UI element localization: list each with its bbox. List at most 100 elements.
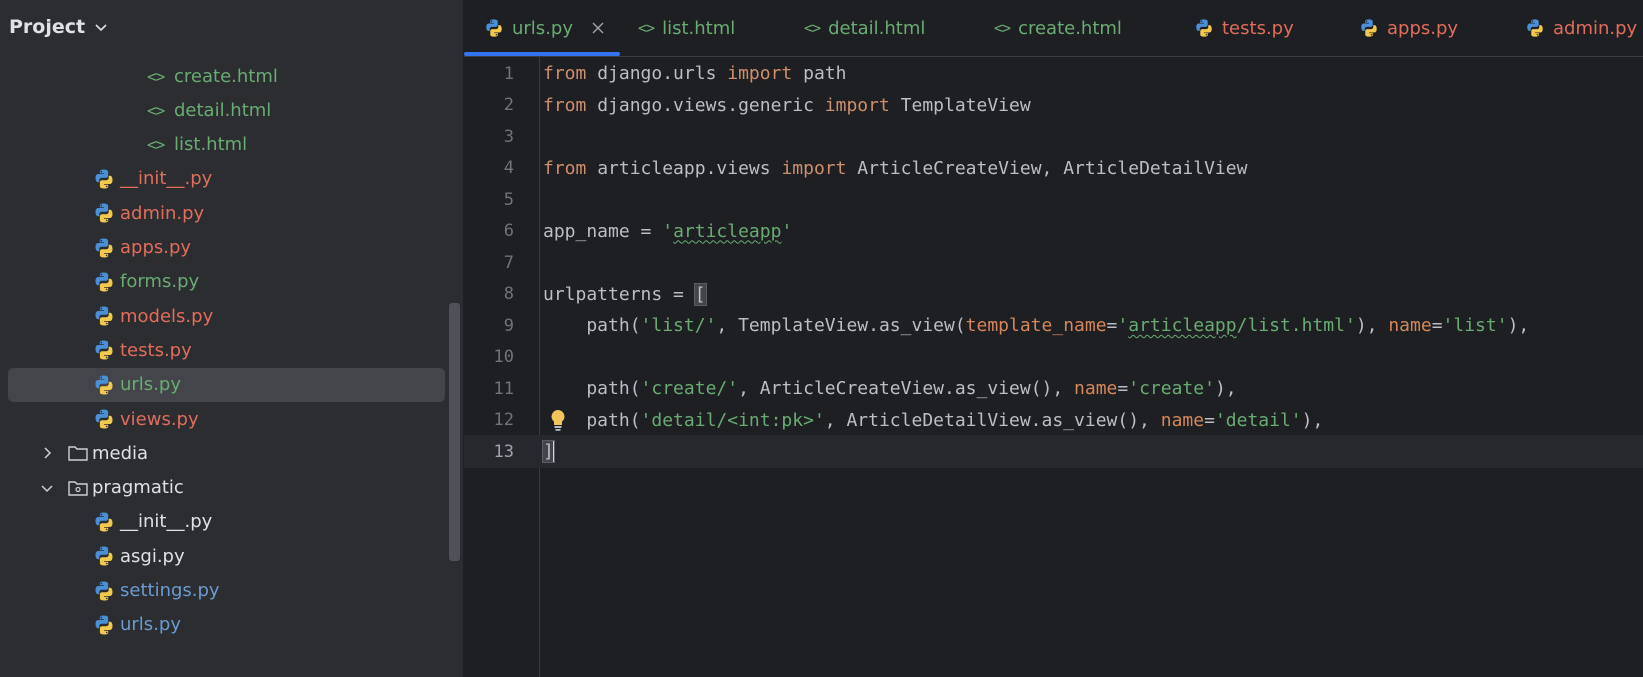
html-tag-icon: <> (638, 19, 655, 37)
tree-item[interactable]: <> list.html (8, 128, 445, 162)
tab-list-html[interactable]: <> list.html (638, 0, 735, 56)
tree-item[interactable]: pragmatic (8, 471, 445, 505)
code-line[interactable]: 3 (464, 120, 1643, 153)
line-number: 10 (493, 347, 514, 367)
tree-item-label: pragmatic (92, 477, 184, 499)
tab-label: admin.py (1553, 17, 1638, 39)
python-icon (95, 169, 113, 189)
python-icon (95, 375, 113, 395)
tab-admin-py[interactable]: admin.py (1525, 0, 1637, 56)
tree-item[interactable]: apps.py (8, 231, 445, 265)
python-icon (95, 238, 113, 257)
tree-item[interactable]: models.py (8, 299, 445, 333)
python-icon (1361, 19, 1377, 37)
html-tag-icon: <> (994, 19, 1011, 37)
tab-detail-html[interactable]: <> detail.html (804, 0, 925, 56)
tree-item[interactable]: views.py (8, 402, 445, 436)
tree-item[interactable]: tests.py (8, 333, 445, 367)
python-icon (95, 340, 113, 360)
code-line[interactable]: 10 (464, 341, 1643, 374)
chevron-right-icon[interactable] (39, 445, 55, 461)
tree-item-label: __init__.py (120, 168, 213, 190)
tree-item[interactable]: __init__.py (8, 505, 445, 539)
line-number: 9 (503, 315, 514, 336)
code-text: from django.views.generic import Templat… (543, 94, 1031, 116)
code-line[interactable]: 9 path('list/', TemplateView.as_view(tem… (464, 309, 1643, 342)
line-number: 4 (503, 158, 514, 178)
code-line[interactable]: 8 urlpatterns = [ (464, 278, 1643, 311)
tree-item[interactable]: admin.py (8, 196, 445, 230)
tree-item[interactable]: forms.py (8, 265, 445, 299)
python-icon (486, 19, 502, 37)
python-icon (1196, 19, 1212, 37)
code-line[interactable]: 4 from articleapp.views import ArticleCre… (464, 152, 1643, 185)
code-line[interactable]: 5 (464, 183, 1643, 216)
tree-item[interactable]: urls.py (8, 608, 445, 642)
code-text: app_name = 'articleapp' (543, 220, 793, 242)
line-number: 6 (503, 221, 514, 241)
line-number: 12 (493, 410, 514, 430)
tab-tests-py[interactable]: tests.py (1194, 0, 1294, 56)
close-icon[interactable] (591, 21, 605, 35)
code-line[interactable]: 2 from django.views.generic import Templa… (464, 89, 1643, 122)
code-editor[interactable]: 1 from django.urls import path 2 from djang… (464, 57, 1643, 677)
tab-apps-py[interactable]: apps.py (1359, 0, 1458, 56)
code-line[interactable]: 12 path('detail/<int:pk>', ArticleDetail… (464, 404, 1643, 437)
tree-item[interactable]: asgi.py (8, 539, 445, 573)
project-panel-title: Project (9, 16, 86, 38)
tab-label: apps.py (1387, 17, 1459, 39)
html-tag-icon: <> (147, 100, 165, 120)
tree-item-label: apps.py (120, 237, 192, 258)
python-icon (95, 306, 113, 326)
code-text: urlpatterns = [ (543, 282, 707, 306)
folder-icon (68, 446, 88, 461)
tree-item-label: media (92, 442, 149, 464)
tree-item-label: tests.py (120, 339, 192, 361)
code-text: path('detail/<int:pk>', ArticleDetailVie… (543, 409, 1324, 431)
tree-item[interactable]: <> create.html (8, 59, 445, 93)
folder-icon (68, 480, 88, 496)
tree-item-label: settings.py (120, 580, 220, 601)
tab-create-html[interactable]: <> create.html (994, 0, 1122, 56)
tree-scrollbar[interactable] (449, 303, 460, 561)
code-line[interactable]: 1 from django.urls import path (464, 57, 1643, 90)
html-tag-icon: <> (804, 19, 821, 37)
tree-item[interactable]: urls.py (8, 367, 445, 402)
code-text: path('create/', ArticleCreateView.as_vie… (543, 378, 1237, 399)
text-caret (552, 440, 555, 463)
code-text: path('list/', TemplateView.as_view(templ… (543, 315, 1530, 336)
code-line[interactable]: 6 app_name = 'articleapp' (464, 215, 1643, 248)
line-number: 8 (503, 284, 514, 304)
chevron-down-icon[interactable] (93, 19, 109, 35)
line-number: 13 (493, 441, 514, 462)
tree-item-label: detail.html (174, 99, 272, 121)
code-line[interactable]: 11 path('create/', ArticleCreateView.as_… (464, 372, 1643, 405)
tree-item[interactable]: media (8, 436, 445, 470)
tree-item[interactable]: __init__.py (8, 162, 445, 196)
tree-item-label: list.html (174, 134, 248, 156)
chevron-down-icon[interactable] (39, 480, 55, 496)
tree-item-label: admin.py (120, 202, 205, 224)
tree-item-label: urls.py (120, 614, 181, 636)
code-line[interactable]: 7 (464, 246, 1643, 279)
project-panel: Project <> create.html <> detail.html <> list… (0, 0, 464, 677)
python-icon (95, 546, 113, 566)
tab-label: tests.py (1222, 17, 1294, 39)
tab-urls-py[interactable]: urls.py (484, 0, 605, 56)
python-icon (95, 512, 113, 532)
tab-label: urls.py (512, 17, 573, 39)
tree-item[interactable]: settings.py (8, 574, 445, 608)
line-number: 3 (503, 126, 514, 147)
line-number: 5 (503, 189, 514, 210)
code-line[interactable]: 13] (464, 435, 1643, 468)
tree-item-label: asgi.py (120, 545, 185, 567)
html-tag-icon: <> (147, 135, 165, 155)
python-icon (95, 203, 113, 223)
python-icon (1527, 19, 1543, 37)
editor-tab-bar: urls.py <> list.html <> detail.html <> create.… (464, 0, 1643, 57)
python-icon (95, 409, 113, 429)
code-text: from django.urls import path (543, 63, 847, 84)
tab-label: create.html (1018, 17, 1122, 39)
project-panel-header[interactable]: Project (0, 0, 463, 54)
tree-item[interactable]: <> detail.html (8, 93, 445, 127)
